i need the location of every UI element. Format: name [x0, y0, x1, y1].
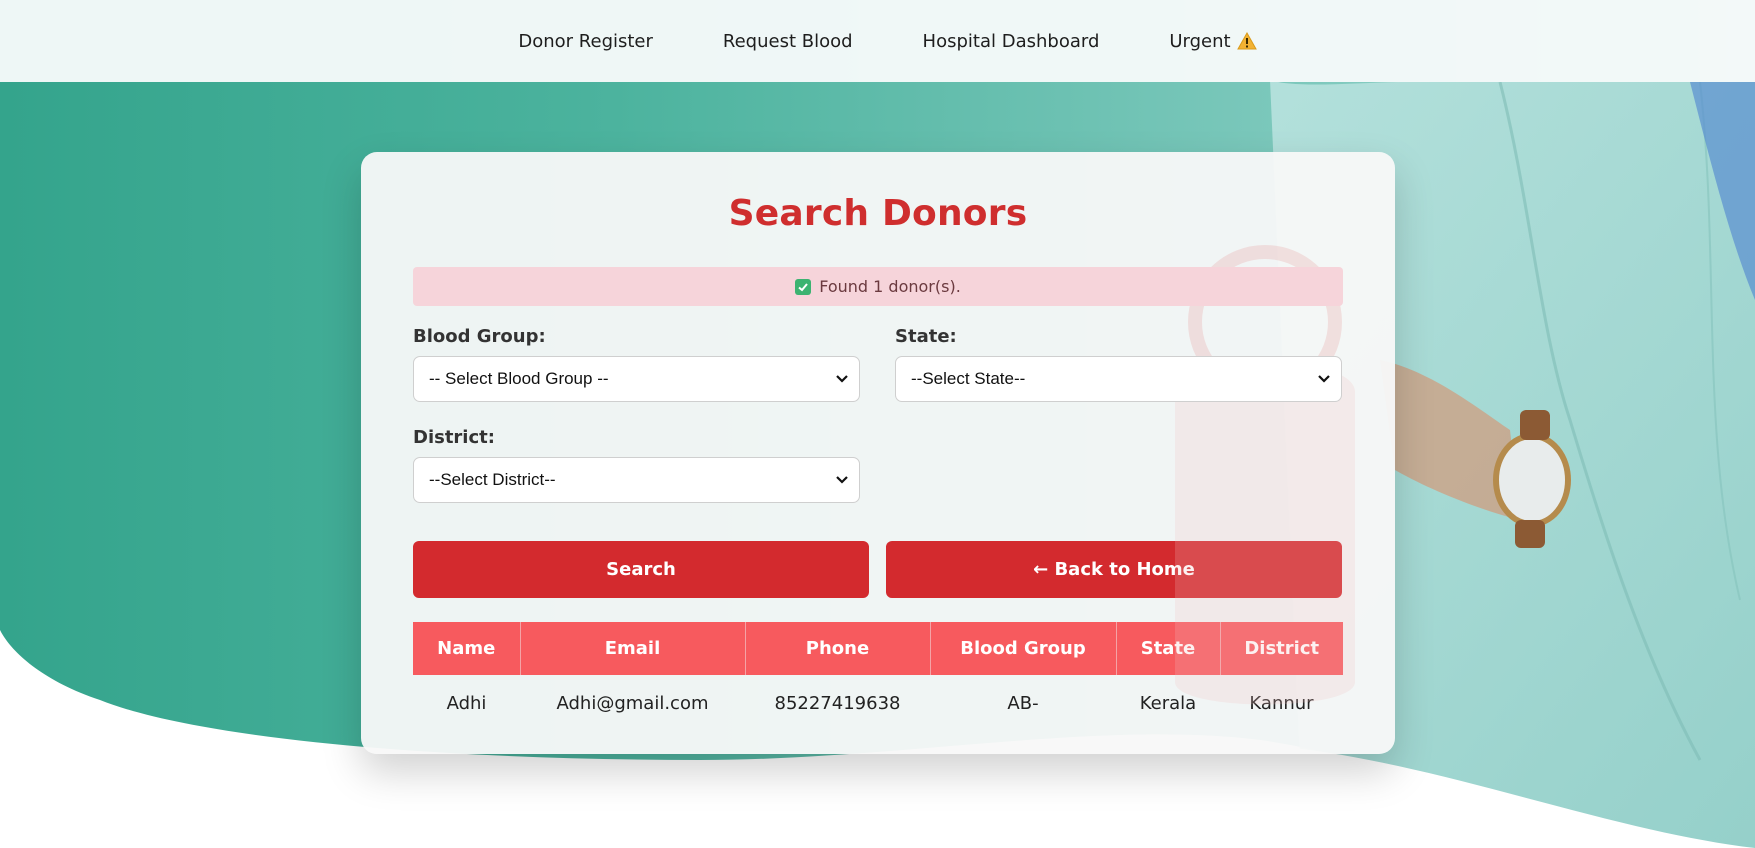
district-label: District: [413, 427, 495, 448]
back-to-home-button[interactable]: ← Back to Home [886, 541, 1342, 598]
donor-email-cell: Adhi@gmail.com [556, 693, 709, 714]
district-selected-value: --Select District-- [429, 470, 556, 489]
action-buttons: Search ← Back to Home [413, 541, 1343, 598]
blood-group-select[interactable]: -- Select Blood Group -- [413, 356, 860, 402]
column-header: Email [520, 622, 746, 675]
chevron-down-icon [836, 375, 848, 383]
search-form: Blood Group: -- Select Blood Group -- St… [413, 326, 1343, 516]
nav-links: Donor Register Request Blood Hospital Da… [483, 31, 1291, 52]
column-header: State [1116, 622, 1221, 675]
nav-urgent-link[interactable]: Urgent [1134, 31, 1291, 52]
table-row: Adhi Adhi@gmail.com 85227419638 AB- Kera… [413, 675, 1343, 732]
column-header: Phone [745, 622, 931, 675]
donor-name-cell: Adhi [446, 693, 487, 714]
result-alert: Found 1 donor(s). [413, 267, 1343, 306]
state-label: State: [895, 326, 957, 347]
nav-urgent-label: Urgent [1169, 30, 1231, 52]
nav-request-blood-link[interactable]: Request Blood [688, 31, 888, 52]
district-field: District: --Select District-- [413, 427, 860, 503]
nav-donor-register-label: Donor Register [518, 30, 653, 52]
nav-request-blood-label: Request Blood [722, 30, 853, 52]
column-header: Name [413, 622, 521, 675]
search-donors-card: Search Donors Found 1 donor(s). Blood Gr… [361, 152, 1395, 754]
state-selected-value: --Select State-- [911, 369, 1026, 388]
chevron-down-icon [1318, 375, 1330, 383]
column-header: District [1220, 622, 1343, 675]
donor-results-table: Name Email Phone Blood Group State Distr… [413, 622, 1343, 732]
chevron-down-icon [836, 476, 848, 484]
donor-state-cell: Kerala [1139, 693, 1197, 714]
page-title: Search Donors [728, 193, 1028, 234]
nav-hospital-dashboard-label: Hospital Dashboard [922, 30, 1100, 52]
nav-hospital-dashboard-link[interactable]: Hospital Dashboard [888, 31, 1135, 52]
nav-donor-register-link[interactable]: Donor Register [483, 31, 688, 52]
state-select[interactable]: --Select State-- [895, 356, 1342, 402]
check-icon [795, 278, 812, 295]
search-button[interactable]: Search [413, 541, 869, 598]
state-field: State: --Select State-- [895, 326, 1342, 402]
blood-group-field: Blood Group: -- Select Blood Group -- [413, 326, 860, 402]
donor-district-cell: Kannur [1249, 693, 1314, 714]
warning-icon [1236, 32, 1257, 50]
column-header: Blood Group [930, 622, 1117, 675]
table-header-row: Name Email Phone Blood Group State Distr… [413, 622, 1343, 675]
blood-group-selected-value: -- Select Blood Group -- [429, 369, 609, 388]
blood-group-label: Blood Group: [413, 326, 546, 347]
top-navbar: Donor Register Request Blood Hospital Da… [0, 0, 1755, 82]
page: Donor Register Request Blood Hospital Da… [0, 0, 1755, 848]
alert-text: Found 1 donor(s). [819, 277, 961, 296]
district-select[interactable]: --Select District-- [413, 457, 860, 503]
donor-phone-cell: 85227419638 [774, 693, 901, 714]
donor-blood-group-cell: AB- [1007, 693, 1039, 714]
